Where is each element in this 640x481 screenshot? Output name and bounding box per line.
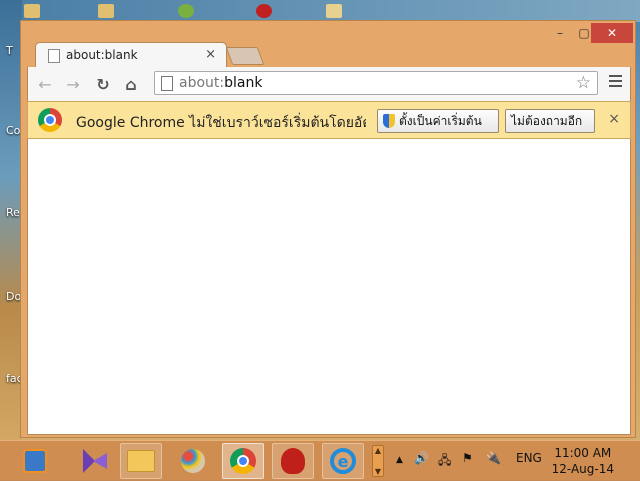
visual-studio-icon [83, 449, 107, 473]
dont-ask-again-button[interactable]: ไม่ต้องถามอีก [505, 109, 595, 133]
set-default-button[interactable]: ตั้งเป็นค่าเริ่มต้น [377, 109, 499, 133]
infobar-message: Google Chrome ไม่ใช่เบราว์เซอร์เริ่มต้นโ… [76, 115, 366, 131]
action-center-flag-icon[interactable]: ⚑ [462, 451, 473, 465]
url-scheme: about: [179, 75, 225, 91]
desktop-label[interactable]: Co [6, 124, 20, 137]
taskbar-chrome[interactable] [222, 443, 264, 479]
folder-icon [127, 450, 155, 472]
page-content[interactable] [27, 139, 631, 435]
chrome-window: – ▢ ✕ about:blank × ← → ↻ ⌂ about:blank … [20, 20, 636, 438]
show-hidden-icons[interactable]: ▲ [396, 455, 403, 465]
chrome-icon [230, 448, 256, 474]
internet-explorer-icon: e [330, 448, 356, 474]
taskbar-file-explorer[interactable] [120, 443, 162, 479]
bookmark-star-icon[interactable]: ☆ [576, 73, 591, 93]
taskbar-internet-explorer[interactable]: e [322, 443, 364, 479]
system-clock[interactable]: 11:00 AM 12-Aug-14 [552, 445, 614, 477]
chrome-logo-icon [38, 108, 62, 132]
url-path: blank [224, 75, 263, 91]
folder-icon[interactable] [98, 4, 114, 18]
taskbar: e ▲ ▼ ▲ 🔊 🖧 ⚑ 🔌 ENG 11:00 AM 12-Aug-14 [0, 440, 640, 481]
page-icon [161, 76, 173, 91]
page-icon [48, 49, 60, 63]
desktop-top-strip [0, 0, 640, 22]
android-icon[interactable] [178, 4, 194, 18]
app-icon [281, 448, 305, 474]
tab-title: about:blank [66, 48, 138, 62]
folder-icon[interactable] [24, 4, 40, 18]
address-bar[interactable]: about:blank ☆ [154, 71, 598, 95]
uac-shield-icon [383, 114, 395, 128]
taskbar-app-red[interactable] [272, 443, 314, 479]
taskbar-paint[interactable] [172, 443, 214, 479]
desktop-label[interactable]: Re [6, 206, 20, 219]
close-window-button[interactable]: ✕ [591, 23, 633, 43]
taskbar-scroll[interactable]: ▲ ▼ [368, 443, 388, 479]
scroll-icon: ▲ ▼ [372, 445, 384, 477]
paint-icon [181, 449, 205, 473]
close-tab-icon[interactable]: × [205, 47, 216, 62]
home-button[interactable]: ⌂ [120, 73, 142, 95]
network-icon[interactable]: 🖧 [438, 451, 451, 472]
input-language[interactable]: ENG [516, 451, 542, 465]
chrome-menu-icon[interactable] [609, 75, 622, 90]
desktop-label[interactable]: T [6, 44, 13, 57]
tab-about-blank[interactable]: about:blank × [35, 42, 227, 68]
taskbar-visual-studio[interactable] [68, 443, 110, 479]
set-default-label: ตั้งเป็นค่าเริ่มต้น [399, 113, 482, 128]
desktop-label[interactable]: Do [6, 290, 21, 303]
taskbar-media-player[interactable] [14, 443, 56, 479]
desktop-left-strip: T Co Re Do fac [0, 0, 23, 440]
power-icon[interactable]: 🔌 [486, 451, 501, 465]
file-icon[interactable] [326, 4, 342, 18]
minimize-button[interactable]: – [547, 23, 573, 43]
app-icon[interactable] [256, 4, 272, 18]
clock-date: 12-Aug-14 [551, 462, 614, 476]
back-button[interactable]: ← [34, 73, 56, 95]
volume-icon[interactable]: 🔊 [414, 451, 429, 465]
reload-button[interactable]: ↻ [92, 73, 114, 95]
media-player-icon [23, 449, 47, 473]
new-tab-button[interactable] [225, 47, 265, 65]
clock-time: 11:00 AM [554, 446, 612, 460]
forward-button[interactable]: → [62, 73, 84, 95]
url-text[interactable]: about:blank [179, 75, 262, 91]
browser-toolbar: ← → ↻ ⌂ about:blank ☆ [27, 67, 631, 101]
default-browser-infobar: Google Chrome ไม่ใช่เบราว์เซอร์เริ่มต้นโ… [27, 101, 631, 139]
infobar-close-icon[interactable]: × [608, 111, 620, 127]
